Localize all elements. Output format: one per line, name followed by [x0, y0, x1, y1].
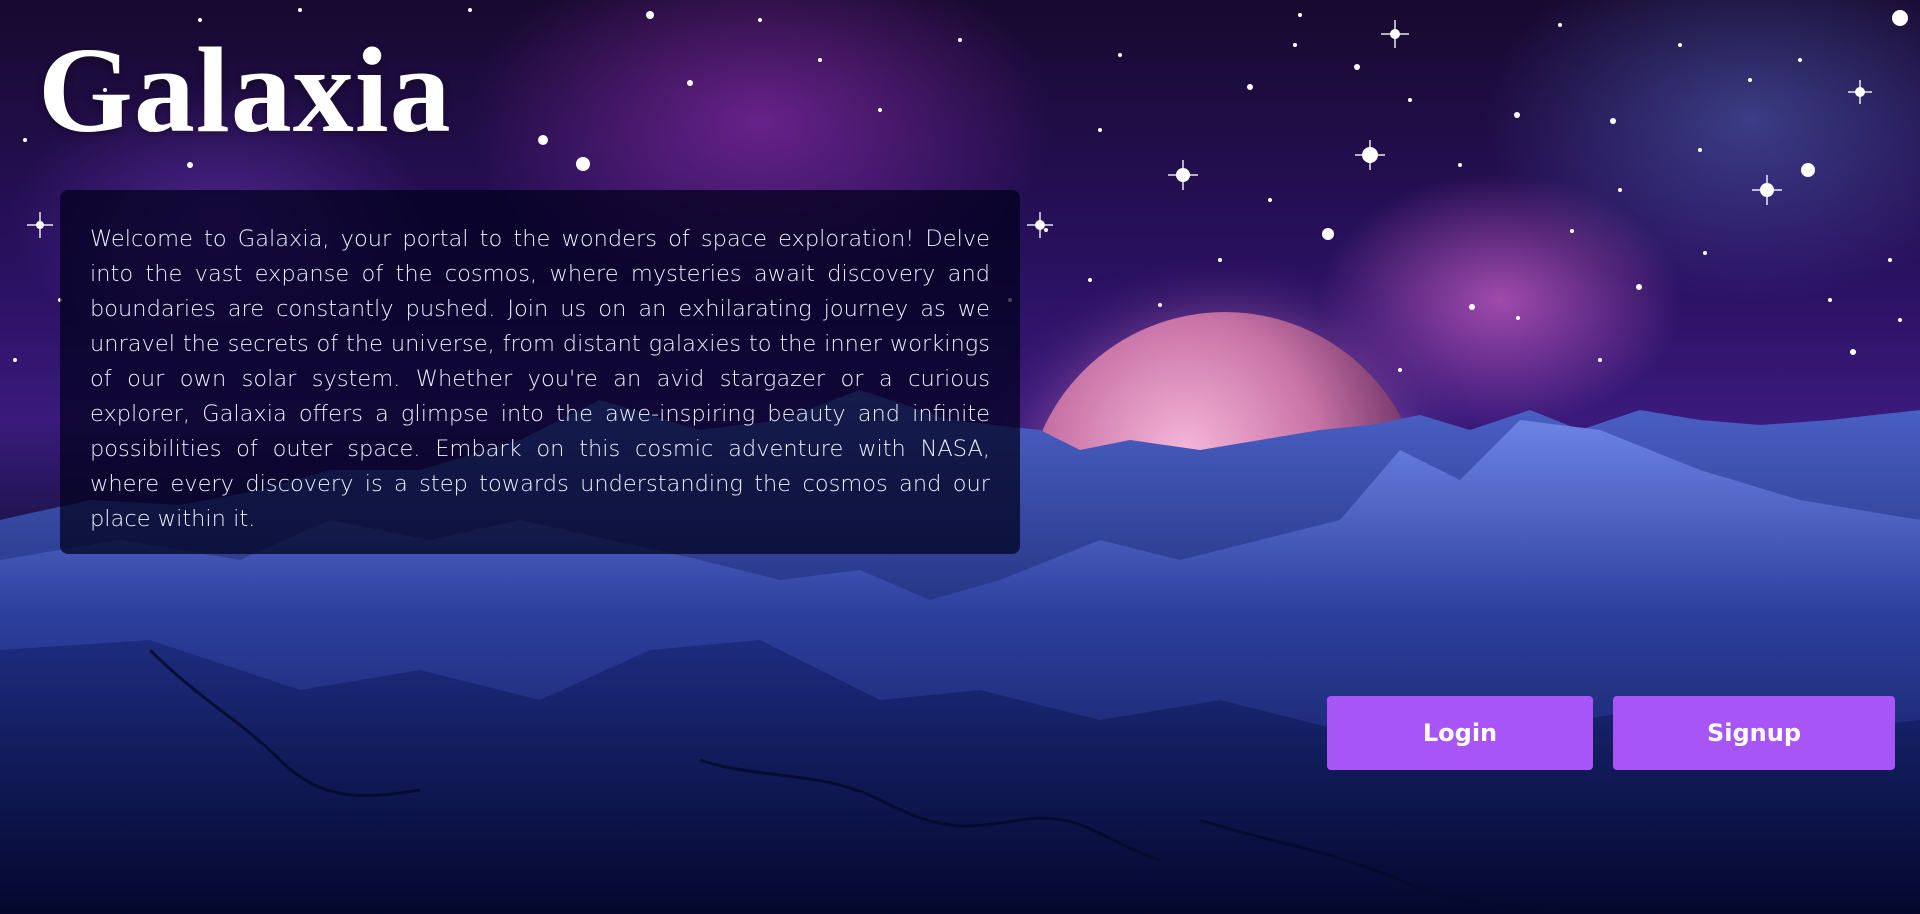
intro-panel: Welcome to Galaxia, your portal to the w…: [60, 190, 1020, 554]
login-button[interactable]: Login: [1327, 696, 1593, 770]
signup-button[interactable]: Signup: [1613, 696, 1895, 770]
intro-text: Welcome to Galaxia, your portal to the w…: [90, 226, 990, 532]
app-title: Galaxia: [38, 23, 452, 158]
